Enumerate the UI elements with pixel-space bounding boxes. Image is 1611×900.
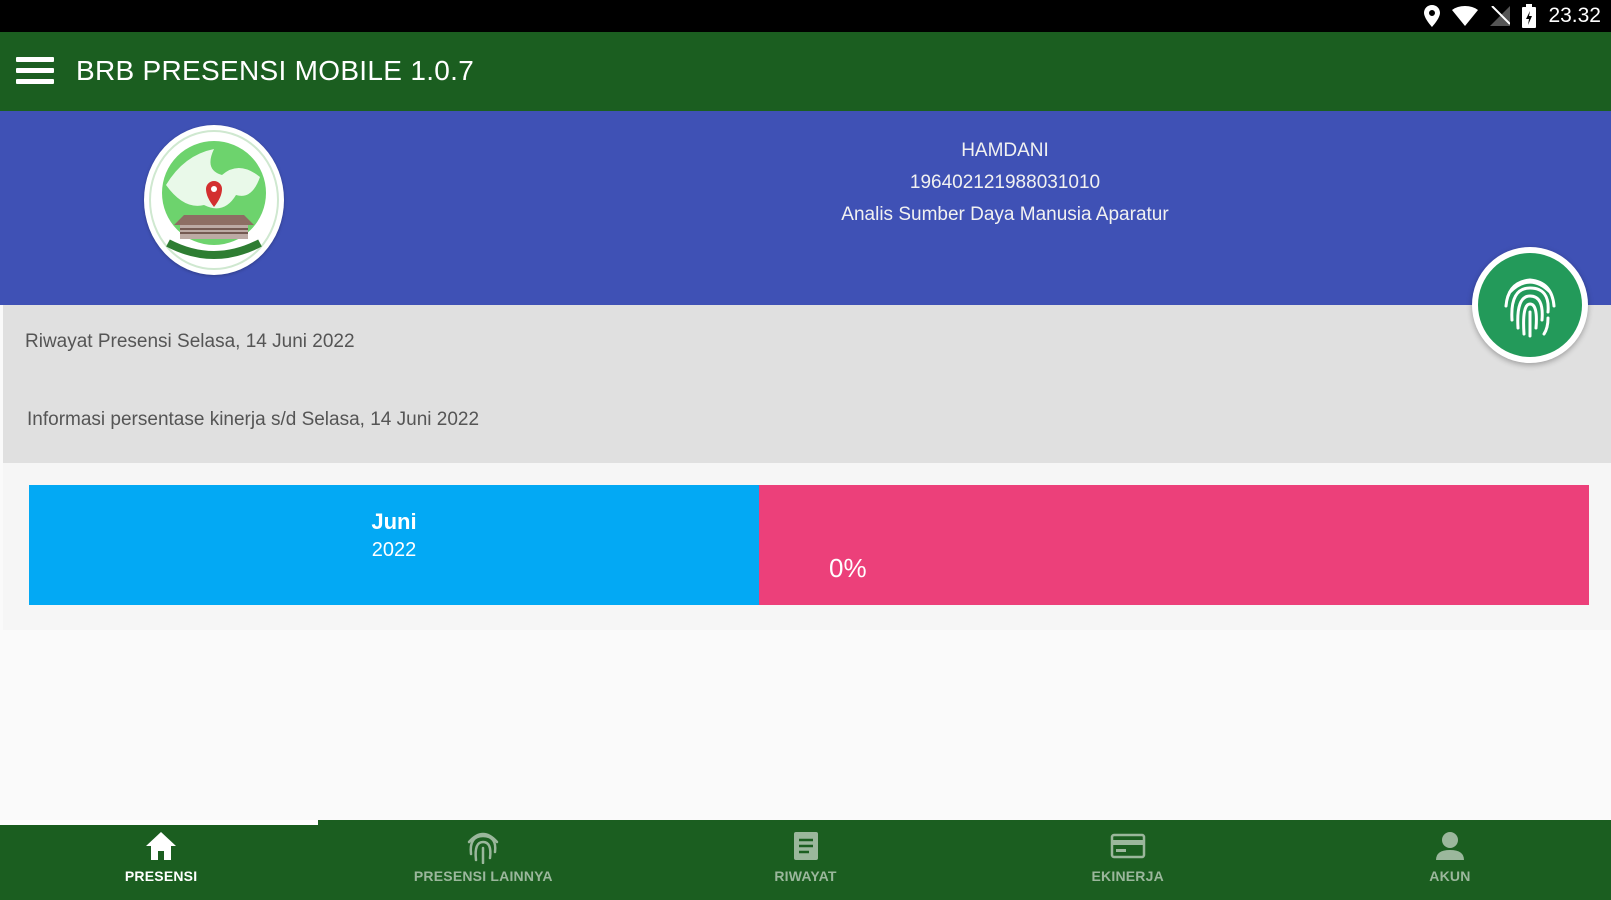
profile-info: HAMDANI 196402121988031010 Analis Sumber…	[800, 135, 1210, 231]
percent-block: 0%	[759, 485, 1589, 605]
kinerja-card: Juni 2022 0%	[3, 463, 1611, 630]
app-title: BRB PRESENSI MOBILE 1.0.7	[76, 55, 475, 86]
bottom-nav: PRESENSI PRESENSI LAINNYA RIWAYAT EKINER…	[0, 820, 1611, 900]
profile-position: Analis Sumber Daya Manusia Aparatur	[841, 204, 1169, 225]
active-tab-indicator	[0, 820, 318, 825]
status-icons: 23.32	[1424, 4, 1601, 28]
app-logo	[144, 125, 284, 275]
location-icon	[1424, 5, 1441, 27]
account-icon	[1435, 832, 1464, 860]
profile-name: HAMDANI	[961, 140, 1049, 161]
nav-label: EKINERJA	[1091, 868, 1164, 884]
battery-icon	[1522, 4, 1537, 28]
nav-label: AKUN	[1429, 868, 1471, 884]
nav-item-ekinerja[interactable]: EKINERJA	[967, 820, 1289, 900]
app-bar: BRB PRESENSI MOBILE 1.0.7	[0, 32, 1611, 111]
profile-nip: 196402121988031010	[909, 172, 1101, 193]
nav-item-akun[interactable]: AKUN	[1289, 820, 1611, 900]
month-year: 2022	[371, 539, 417, 561]
nav-label: PRESENSI LAINNYA	[413, 868, 553, 884]
fingerprint-icon	[468, 832, 499, 864]
performance-info-text: Informasi persentase kinerja s/d Selasa,…	[27, 409, 480, 430]
nav-item-presensi-lainnya[interactable]: PRESENSI LAINNYA	[322, 820, 644, 900]
hamburger-menu-icon[interactable]	[14, 52, 56, 90]
status-bar: 23.32	[0, 0, 1611, 32]
nav-item-riwayat[interactable]: RIWAYAT	[644, 820, 966, 900]
home-icon	[146, 832, 177, 860]
nav-label: RIWAYAT	[774, 868, 837, 884]
card-icon	[1110, 833, 1145, 859]
history-text: Riwayat Presensi Selasa, 14 Juni 2022	[25, 331, 355, 352]
profile-header: HAMDANI 196402121988031010 Analis Sumber…	[0, 111, 1611, 305]
nav-label: PRESENSI	[124, 868, 198, 884]
info-section: Riwayat Presensi Selasa, 14 Juni 2022 In…	[3, 305, 1611, 463]
no-signal-icon	[1490, 6, 1511, 26]
document-icon	[793, 832, 818, 860]
month-name: Juni	[371, 509, 417, 534]
wifi-icon	[1452, 6, 1479, 26]
nav-item-presensi[interactable]: PRESENSI	[0, 820, 322, 900]
percent-value: 0%	[829, 553, 867, 583]
status-time: 23.32	[1548, 4, 1601, 27]
fingerprint-icon	[1478, 253, 1582, 357]
month-block[interactable]: Juni 2022	[29, 485, 759, 605]
fingerprint-button[interactable]	[1472, 247, 1588, 363]
